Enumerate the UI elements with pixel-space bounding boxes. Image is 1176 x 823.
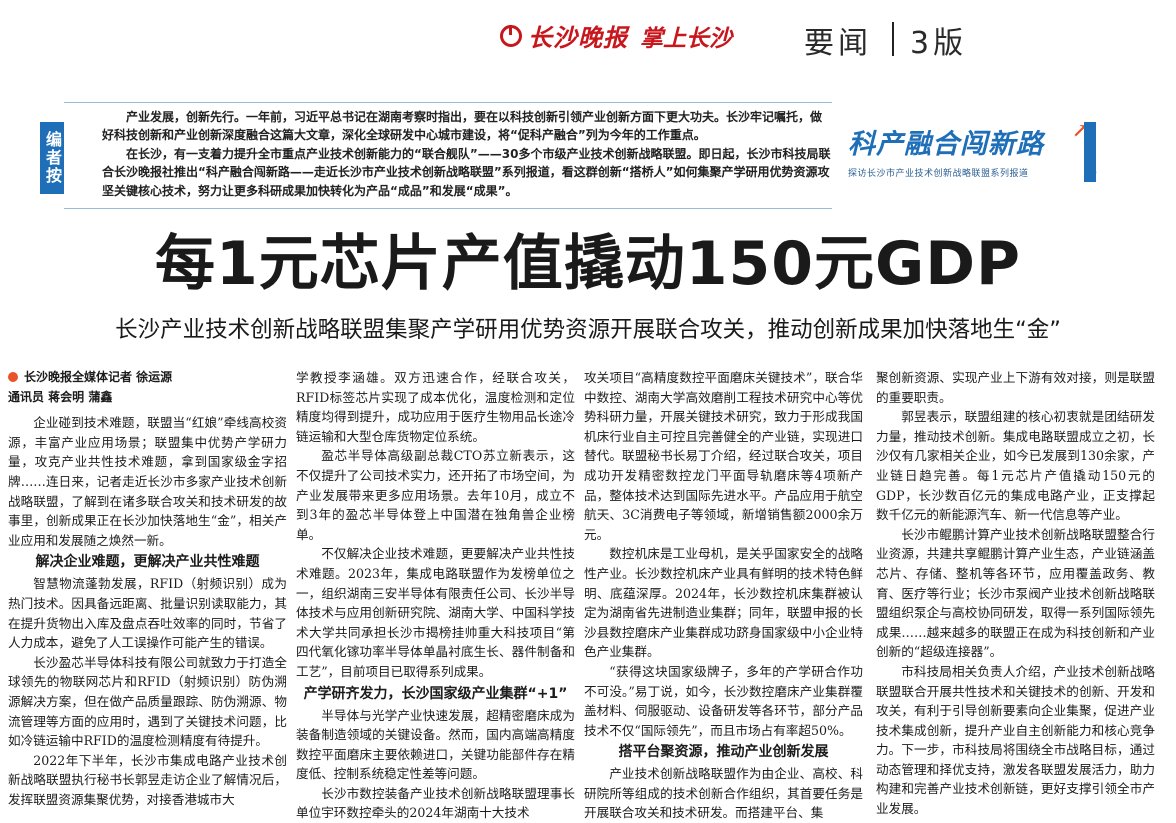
series-logo: 科产融合闯新路 ↗ 探访长沙市产业技术创新战略联盟系列报道 1 bbox=[840, 118, 1099, 192]
page-number: 3版 bbox=[910, 26, 968, 61]
series-subtitle: 探访长沙市产业技术创新战略联盟系列报道 bbox=[848, 169, 1029, 179]
editor-note-tag: 编者按 bbox=[40, 122, 64, 194]
section-heading: 搭平台聚资源，推动产业创新发展 bbox=[618, 744, 829, 761]
editor-note: 编者按 产业发展，创新先行。一年前，习近平总书记在湖南考察时指出，要在以科技创新… bbox=[40, 100, 1099, 212]
article-paragraph: 郭昱表示，联盟组建的核心初衷就是团结研发力量，推动技术创新。集成电路联盟成立之初… bbox=[876, 409, 1155, 523]
article-column-2: 学教授李涵雄。双方迅速合作，经联合攻关，RFID标签芯片实现了成本优化，温度检测… bbox=[296, 368, 575, 823]
article-paragraph: 长沙市数控装备产业技术创新战略联盟理事长单位宇环数控牵头的2024年湖南十大技术 bbox=[296, 785, 575, 821]
editor-note-paragraph: 在长沙，有一支着力提升全市重点产业技术创新能力的“联合舰队”——30多个市级产业… bbox=[102, 146, 831, 198]
series-title: 科产融合闯新路 bbox=[848, 129, 1044, 160]
section-name: 要闻 bbox=[804, 26, 872, 61]
article-paragraph: 盈芯半导体高级副总裁CTO苏立新表示，这不仅提升了公司技术实力，还开拓了市场空间… bbox=[296, 448, 575, 542]
article-paragraph: 长沙市鲲鹏计算产业技术创新战略联盟整合行业资源，共建共享鲲鹏计算产业生态，产业链… bbox=[876, 526, 1155, 660]
divider bbox=[64, 102, 832, 103]
editor-note-paragraph: 产业发展，创新先行。一年前，习近平总书记在湖南考察时指出，要在以科技创新引领产业… bbox=[102, 110, 823, 143]
article-paragraph: 长沙盈芯半导体科技有限公司就致力于打造全球领先的物联网芯片和RFID（射频识别）… bbox=[8, 654, 287, 749]
paper-logo: 长沙晚报 掌上长沙 bbox=[500, 18, 732, 53]
article-column-1: 长沙晚报全媒体记者 徐运源 通讯员 蒋会明 蒲鑫 企业碰到技术难题，联盟当“红娘… bbox=[8, 368, 287, 809]
bullet-dot-icon bbox=[8, 372, 18, 382]
headline: 每1元芯片产值撬动150元GDP bbox=[154, 229, 1022, 299]
article-paragraph: 产业技术创新战略联盟作为由企业、高校、科研院所等组成的技术创新合作组织，其首要任… bbox=[584, 766, 863, 821]
article-paragraph: “获得这块国家级牌子，多年的产学研合作功不可没。”易丁说，如今，长沙数控磨床产业… bbox=[584, 663, 863, 738]
article-paragraph: 半导体与光学产业快速发展，超精密磨床成为装备制造领域的关键设备。然而，国内高端高… bbox=[296, 707, 575, 782]
byline-reporter: 长沙晚报全媒体记者 徐运源 bbox=[8, 368, 287, 388]
article-paragraph: 不仅解决企业技术难题，更要解决产业共性技术难题。2023年，集成电路联盟作为发榜… bbox=[296, 546, 575, 679]
subheadline: 长沙产业技术创新战略联盟集聚产学研用优势资源开展联合攻关，推动创新成果加快落地生… bbox=[115, 317, 1061, 343]
article-column-3: 攻关项目“高精度数控平面磨床关键技术”，联合华中数控、湖南大学高效磨削工程技术研… bbox=[584, 368, 863, 823]
section-heading: 产学研齐发力，长沙国家级产业集群“+1” bbox=[303, 685, 568, 702]
reporter-name: 长沙晚报全媒体记者 徐运源 bbox=[24, 370, 173, 384]
masthead-divider bbox=[892, 22, 894, 56]
series-accent-bar bbox=[1084, 122, 1096, 182]
editor-note-text: 产业发展，创新先行。一年前，习近平总书记在湖南考察时指出，要在以科技创新引领产业… bbox=[102, 108, 832, 200]
article-paragraph: 企业碰到技术难题，联盟当“红娘”牵线高校资源，丰富产业应用场景；联盟集中优势产学… bbox=[8, 415, 287, 548]
byline-correspondents: 通讯员 蒋会明 蒲鑫 bbox=[8, 389, 113, 404]
app-name: 掌上长沙 bbox=[640, 25, 732, 52]
article-paragraph: 市科技局相关负责人介绍，产业技术创新战略联盟联合开展共性技术和关键技术的创新、开… bbox=[876, 663, 1155, 817]
section-heading: 解决企业难题，更解决产业共性难题 bbox=[35, 554, 260, 571]
paper-logo-icon bbox=[500, 24, 522, 47]
article-paragraph: 数控机床是工业母机，是关乎国家安全的战略性产业。长沙数控机床产业具有鲜明的技术特… bbox=[584, 546, 863, 660]
masthead: 长沙晚报 掌上长沙 要闻 3版 bbox=[0, 0, 1176, 84]
article-paragraph: 攻关项目“高精度数控平面磨床关键技术”，联合华中数控、湖南大学高效磨削工程技术研… bbox=[584, 370, 863, 542]
article-paragraph: 2022年下半年，长沙市集成电路产业技术创新战略联盟执行秘书长郭昱走访企业了解情… bbox=[8, 752, 287, 807]
article-column-4: 聚创新资源、实现产业上下游有效对接，则是联盟的重要职责。郭昱表示，联盟组建的核心… bbox=[876, 368, 1155, 819]
paper-name: 长沙晚报 bbox=[528, 23, 628, 52]
article-paragraph: 聚创新资源、实现产业上下游有效对接，则是联盟的重要职责。 bbox=[876, 370, 1155, 405]
article-paragraph: 学教授李涵雄。双方迅速合作，经联合攻关，RFID标签芯片实现了成本优化，温度检测… bbox=[296, 370, 575, 444]
article-paragraph: 智慧物流蓬勃发展，RFID（射频识别）成为热门技术。因具备远距离、批量识别读取能… bbox=[8, 576, 287, 651]
divider bbox=[64, 208, 832, 209]
